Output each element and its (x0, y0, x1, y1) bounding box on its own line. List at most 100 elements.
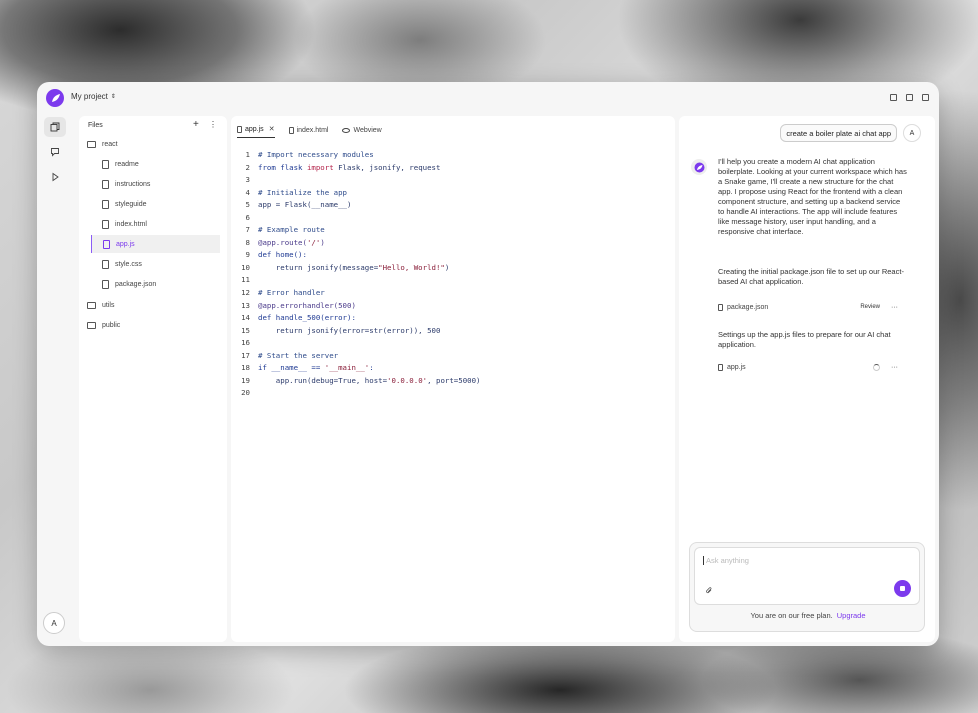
file-icon (237, 125, 242, 133)
folder-icon (87, 140, 96, 148)
tree-folder-react[interactable]: react (87, 135, 118, 153)
maximize-icon[interactable] (906, 94, 913, 101)
tab-label: app.js (245, 125, 264, 133)
tree-file-index-html[interactable]: index.html (102, 215, 147, 233)
assistant-message: Settings up the app.js files to prepare … (718, 330, 891, 349)
tree-file-readme[interactable]: readme (102, 155, 139, 173)
eye-icon (342, 127, 351, 133)
code-line: 12 # Error handler (241, 288, 325, 298)
activity-rail: A (37, 114, 75, 646)
code-line: 13 @app.errorhandler(500) (241, 300, 356, 310)
tree-item-label: react (102, 140, 118, 148)
assistant-message: Creating the initial package.json file t… (718, 267, 904, 286)
code-area[interactable]: 1 # Import necessary modules 2 from flask … (239, 150, 481, 401)
editor-tabs: app.js ✕ index.html Webview (237, 122, 382, 138)
tree-file-app-js[interactable]: app.js (91, 235, 220, 253)
code-line: 8 @app.route('/') (245, 237, 325, 247)
code-line: 16 (241, 338, 250, 348)
close-window-icon[interactable] (922, 94, 929, 101)
folder-icon (87, 301, 96, 309)
app-logo-icon[interactable] (46, 89, 64, 107)
assistant-message: I'll help you create a modern AI chat ap… (718, 157, 907, 236)
file-icon (288, 126, 294, 134)
stop-icon (900, 586, 905, 591)
tab-index-html[interactable]: index.html (288, 122, 329, 138)
play-icon (52, 172, 59, 182)
title-bar: My project ⇕ (37, 82, 939, 114)
more-options-icon[interactable]: ··· (891, 364, 898, 371)
tree-item-label: instructions (115, 180, 151, 188)
ai-chat-panel: create a boiler plate ai chat app A I'll… (679, 116, 935, 642)
code-line: 5 app = Flask(__name__) (245, 200, 352, 210)
tree-file-package-json[interactable]: package.json (102, 275, 156, 293)
code-line: 20 (241, 388, 250, 398)
code-line: 4 # Initialize the app (245, 187, 347, 197)
upgrade-link[interactable]: Upgrade (837, 611, 866, 620)
code-line: 1 # Import necessary modules (245, 150, 374, 159)
more-options-icon[interactable]: ⋮ (209, 120, 217, 129)
file-card-name: app.js (727, 363, 746, 371)
code-line: 17 # Start the server (241, 350, 339, 360)
chat-input[interactable] (703, 556, 903, 565)
loading-spinner-icon (873, 363, 880, 371)
tree-item-label: public (102, 321, 121, 329)
tree-item-label: readme (115, 160, 139, 168)
file-icon (102, 279, 109, 289)
tree-item-label: utils (102, 301, 115, 309)
code-line: 10 return jsonify(message= "Hello, World!… (241, 262, 450, 272)
window-controls (890, 94, 929, 101)
code-line: 9 def home(): (245, 250, 307, 260)
tab-app-js[interactable]: app.js ✕ (237, 122, 275, 138)
tab-label: index.html (296, 126, 329, 134)
file-icon (718, 303, 723, 311)
code-line: 7 # Example route (245, 225, 325, 235)
user-message-bubble: create a boiler plate ai chat app (780, 124, 897, 142)
rail-chat-button[interactable] (44, 142, 66, 162)
tree-folder-public[interactable]: public (87, 316, 120, 334)
review-button[interactable]: Review (860, 304, 880, 310)
add-file-icon[interactable]: + (193, 119, 199, 130)
file-icon (102, 219, 109, 229)
project-selector[interactable]: My project ⇕ (71, 92, 116, 101)
file-icon (718, 363, 723, 371)
tree-item-label: package.json (115, 280, 157, 288)
code-line: 15 return jsonify(error=str(error)), 500 (241, 325, 441, 335)
tree-item-label: style.css (115, 260, 142, 268)
file-icon (102, 179, 109, 189)
user-avatar: A (903, 124, 921, 142)
file-change-card[interactable]: package.json Review ··· (718, 299, 904, 315)
tab-webview[interactable]: Webview (342, 122, 382, 138)
code-line: 11 (241, 275, 250, 285)
file-icon (102, 159, 109, 169)
close-tab-icon[interactable]: ✕ (269, 125, 275, 133)
rail-run-button[interactable] (44, 167, 66, 187)
user-avatar[interactable]: A (43, 612, 65, 634)
assistant-logo-icon (691, 159, 707, 175)
file-icon (102, 259, 109, 269)
tree-file-styleguide[interactable]: styleguide (102, 195, 147, 213)
attach-icon[interactable] (705, 586, 713, 597)
tree-file-style-css[interactable]: style.css (102, 255, 142, 273)
tree-file-instructions[interactable]: instructions (102, 175, 150, 193)
code-line: 18 if __name__ == '__main__': (241, 363, 374, 373)
tree-folder-utils[interactable]: utils (87, 296, 114, 314)
file-icon (103, 239, 110, 249)
file-explorer: Files + ⋮ react readme instructions styl… (79, 116, 227, 642)
chat-icon (51, 148, 59, 157)
file-change-card[interactable]: app.js ··· (718, 359, 904, 375)
minimize-icon[interactable] (890, 94, 897, 101)
chat-input-box (694, 547, 920, 605)
code-line: 2 from flask import Flask, jsonify, reque… (245, 162, 441, 172)
chat-composer: You are on our free plan. Upgrade (689, 542, 925, 632)
tree-item-label: styleguide (115, 200, 147, 208)
tree-item-label: index.html (115, 220, 147, 228)
code-line: 19 app.run(debug=True, host= '0.0.0.0', p… (241, 375, 481, 385)
more-options-icon[interactable]: ··· (891, 304, 898, 311)
stop-generation-button[interactable] (894, 580, 911, 597)
code-line: 14 def handle_500(error): (241, 313, 356, 323)
code-line: 3 (245, 175, 250, 185)
rail-files-button[interactable] (44, 117, 66, 137)
file-card-name: package.json (727, 303, 769, 311)
code-line: 6 (245, 212, 250, 222)
folder-icon (87, 321, 96, 329)
